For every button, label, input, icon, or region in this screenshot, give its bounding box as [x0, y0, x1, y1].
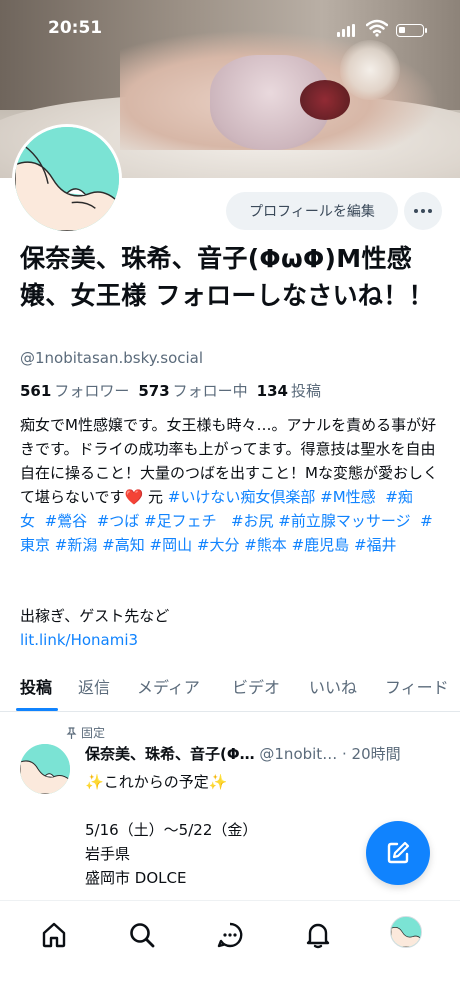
- bell-icon: [306, 923, 330, 949]
- more-options-button[interactable]: [404, 192, 442, 230]
- following-stat[interactable]: 573 フォロー中: [138, 380, 247, 401]
- banner-lace: [300, 80, 350, 120]
- hashtag-link[interactable]: #福井: [354, 536, 397, 554]
- compose-button[interactable]: [366, 821, 430, 885]
- hashtag-link[interactable]: #熊本: [244, 536, 287, 554]
- bio-extra: 出稼ぎ、ゲスト先など lit.link/Honami3: [20, 604, 169, 652]
- profile-avatar[interactable]: [12, 124, 122, 234]
- tab-replies[interactable]: 返信: [78, 674, 110, 698]
- status-bar: 20:51: [0, 0, 460, 60]
- hashtag-link[interactable]: #いけない痴女倶楽部: [168, 488, 316, 506]
- tab-media[interactable]: メディア: [137, 674, 200, 698]
- post-body[interactable]: ✨これからの予定✨ 5/16（土）〜5/22（金） 岩手県 盛岡市 DOLCE: [85, 770, 365, 890]
- pinned-label: 固定: [81, 726, 106, 740]
- pinned-indicator: 固定: [66, 724, 105, 741]
- pin-icon: [66, 726, 77, 739]
- signal-icon: [337, 24, 355, 37]
- battery-icon: [396, 24, 427, 37]
- heart-emoji: ❤️: [124, 488, 144, 506]
- profile-bio: 痴女でM性感嬢です。女王様も時々…。アナルを責める事が好きです。ドライの成功率も…: [20, 413, 445, 557]
- hashtag-link[interactable]: #鶯谷: [45, 512, 88, 530]
- post-line: 岩手県: [85, 845, 131, 863]
- hashtag-link[interactable]: #新潟: [55, 536, 98, 554]
- nav-profile-avatar[interactable]: [390, 916, 422, 948]
- nav-search[interactable]: [124, 917, 160, 953]
- nav-notifications[interactable]: [300, 917, 336, 953]
- sparkle-emoji: ✨: [208, 773, 228, 791]
- hashtag-link[interactable]: #M性感: [320, 488, 376, 506]
- hashtag-link[interactable]: #岡山: [150, 536, 193, 554]
- hashtag-link[interactable]: #前立腺マッサージ: [278, 512, 410, 530]
- hashtag-link[interactable]: #鹿児島: [292, 536, 350, 554]
- post-line: 5/16（土）〜5/22（金）: [85, 821, 258, 839]
- post-author-avatar[interactable]: [20, 744, 70, 794]
- display-name: 保奈美、珠希、音子(ΦωΦ)M性感嬢、女王様 フォローしなさいね！！: [20, 244, 434, 310]
- tab-posts[interactable]: 投稿: [20, 674, 52, 698]
- hashtag-link[interactable]: #お尻: [231, 512, 274, 530]
- search-icon: [130, 923, 155, 948]
- post-header: 保奈美、珠希、音子(Φ… @1nobit… · 20時間: [85, 743, 447, 764]
- profile-handle: @1nobitasan.bsky.social: [20, 349, 204, 367]
- post-author-handle[interactable]: @1nobit…: [259, 745, 337, 763]
- status-time: 20:51: [48, 18, 103, 38]
- bottom-navigation: [0, 900, 460, 996]
- avatar-illustration: [15, 127, 119, 231]
- home-icon: [42, 922, 66, 948]
- hashtag-link[interactable]: #足フェチ: [144, 512, 217, 530]
- hashtag-link[interactable]: #つば: [97, 512, 140, 530]
- edit-profile-button[interactable]: プロフィールを編集: [226, 192, 398, 230]
- bio-suffix: 元: [143, 488, 168, 506]
- post-line: 盛岡市 DOLCE: [85, 869, 187, 887]
- tab-videos[interactable]: ビデオ: [232, 674, 280, 698]
- avatar-illustration: [20, 744, 70, 794]
- hashtag-link[interactable]: #高知: [102, 536, 145, 554]
- active-tab-indicator: [16, 708, 58, 711]
- post-title-line: ✨これからの予定✨: [85, 770, 365, 794]
- bio-extra-text: 出稼ぎ、ゲスト先など: [20, 607, 170, 625]
- compose-icon: [387, 841, 410, 864]
- post-author-name[interactable]: 保奈美、珠希、音子(Φ…: [85, 745, 255, 763]
- chat-icon: [217, 922, 243, 948]
- profile-stats: 561 フォロワー 573 フォロー中 134 投稿: [20, 380, 321, 401]
- ellipsis-icon: [414, 209, 418, 213]
- wifi-icon: [366, 19, 388, 37]
- nav-chat[interactable]: [212, 917, 248, 953]
- post-title: これからの予定: [103, 773, 209, 791]
- followers-stat[interactable]: 561 フォロワー: [20, 380, 129, 401]
- posts-stat: 134 投稿: [256, 382, 321, 400]
- post-time: · 20時間: [341, 745, 401, 763]
- profile-tabs: 投稿 返信 メディア ビデオ いいね フィード: [0, 668, 460, 712]
- sparkle-emoji: ✨: [85, 773, 104, 791]
- tab-feeds[interactable]: フィード: [385, 674, 449, 698]
- tab-likes[interactable]: いいね: [309, 674, 357, 698]
- bio-link[interactable]: lit.link/Honami3: [20, 628, 169, 652]
- nav-home[interactable]: [36, 917, 72, 953]
- hashtag-link[interactable]: #大分: [197, 536, 240, 554]
- avatar-illustration: [391, 917, 421, 947]
